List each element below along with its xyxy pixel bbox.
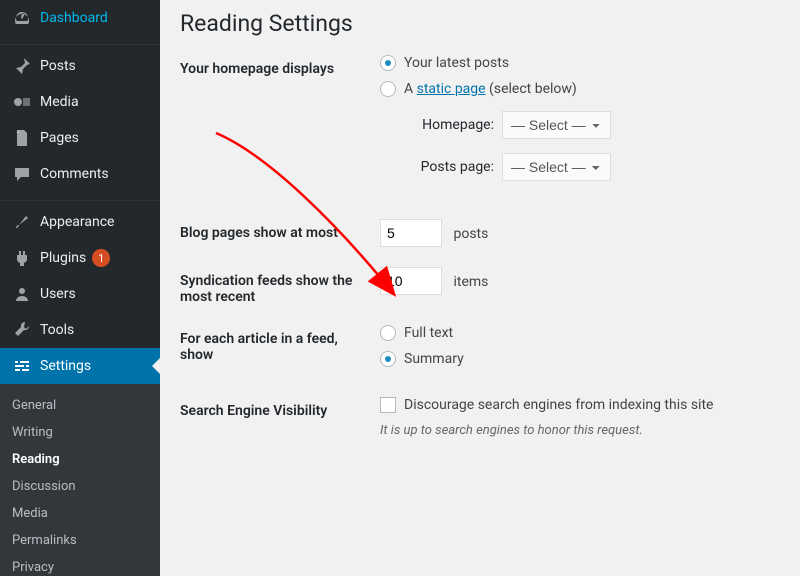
checkbox-icon xyxy=(380,397,396,413)
sidebar-label: Dashboard xyxy=(40,10,108,26)
content-area: Reading Settings Your homepage displays … xyxy=(160,0,800,576)
user-icon xyxy=(12,284,32,304)
unit-label: posts xyxy=(453,226,488,242)
sev-checkbox-row[interactable]: Discourage search engines from indexing … xyxy=(380,397,780,413)
radio-static-page[interactable]: A static page (select below) xyxy=(380,81,780,97)
wrench-icon xyxy=(12,320,32,340)
homepage-select[interactable]: — Select — xyxy=(502,111,611,139)
row-article-feed: For each article in a feed, show Full te… xyxy=(180,325,780,377)
sidebar-label: Media xyxy=(40,94,79,110)
field-label: For each article in a feed, show xyxy=(180,325,380,363)
radio-summary[interactable]: Summary xyxy=(380,351,780,367)
posts-page-select-row: Posts page: — Select — xyxy=(408,153,780,181)
sidebar-label: Settings xyxy=(40,358,91,374)
row-blog-pages: Blog pages show at most posts xyxy=(180,219,780,247)
separator xyxy=(0,196,160,201)
radio-label: A static page (select below) xyxy=(404,81,577,97)
radio-latest-posts[interactable]: Your latest posts xyxy=(380,55,780,71)
row-homepage-displays: Your homepage displays Your latest posts… xyxy=(180,55,780,181)
update-badge: 1 xyxy=(92,249,110,267)
submenu-reading[interactable]: Reading xyxy=(0,446,160,473)
page-title: Reading Settings xyxy=(180,10,780,37)
radio-icon xyxy=(380,351,396,367)
field-label: Blog pages show at most xyxy=(180,219,380,241)
radio-label: Summary xyxy=(404,351,464,367)
row-search-engine-visibility: Search Engine Visibility Discourage sear… xyxy=(180,397,780,438)
media-icon xyxy=(12,92,32,112)
radio-label: Full text xyxy=(404,325,453,341)
admin-sidebar: Dashboard Posts Media Pages Comments App… xyxy=(0,0,160,576)
sidebar-item-dashboard[interactable]: Dashboard xyxy=(0,0,160,36)
submenu-privacy[interactable]: Privacy xyxy=(0,554,160,576)
description-text: It is up to search engines to honor this… xyxy=(380,423,780,438)
submenu-writing[interactable]: Writing xyxy=(0,419,160,446)
sliders-icon xyxy=(12,356,32,376)
select-label: Homepage: xyxy=(408,117,494,133)
submenu-media[interactable]: Media xyxy=(0,500,160,527)
row-syndication: Syndication feeds show the most recent i… xyxy=(180,267,780,305)
sidebar-label: Comments xyxy=(40,166,109,182)
checkbox-label: Discourage search engines from indexing … xyxy=(404,397,713,413)
sidebar-label: Tools xyxy=(40,322,74,338)
static-page-link[interactable]: static page xyxy=(417,81,486,97)
blog-pages-input[interactable] xyxy=(380,219,442,247)
sidebar-item-plugins[interactable]: Plugins 1 xyxy=(0,240,160,276)
field-label: Your homepage displays xyxy=(180,55,380,77)
brush-icon xyxy=(12,212,32,232)
sidebar-item-tools[interactable]: Tools xyxy=(0,312,160,348)
settings-submenu: General Writing Reading Discussion Media… xyxy=(0,384,160,576)
radio-icon xyxy=(380,81,396,97)
sidebar-item-users[interactable]: Users xyxy=(0,276,160,312)
sidebar-label: Appearance xyxy=(40,214,114,230)
submenu-discussion[interactable]: Discussion xyxy=(0,473,160,500)
submenu-permalinks[interactable]: Permalinks xyxy=(0,527,160,554)
sidebar-item-media[interactable]: Media xyxy=(0,84,160,120)
homepage-select-row: Homepage: — Select — xyxy=(408,111,780,139)
dashboard-icon xyxy=(12,8,32,28)
sidebar-item-comments[interactable]: Comments xyxy=(0,156,160,192)
field-label: Syndication feeds show the most recent xyxy=(180,267,380,305)
sidebar-label: Plugins xyxy=(40,250,86,266)
radio-icon xyxy=(380,55,396,71)
pages-icon xyxy=(12,128,32,148)
radio-full-text[interactable]: Full text xyxy=(380,325,780,341)
select-label: Posts page: xyxy=(408,159,494,175)
pin-icon xyxy=(12,56,32,76)
radio-icon xyxy=(380,325,396,341)
submenu-general[interactable]: General xyxy=(0,392,160,419)
sidebar-item-posts[interactable]: Posts xyxy=(0,48,160,84)
sidebar-item-settings[interactable]: Settings xyxy=(0,348,160,384)
sidebar-label: Posts xyxy=(40,58,76,74)
sidebar-label: Users xyxy=(40,286,76,302)
syndication-input[interactable] xyxy=(380,267,442,295)
unit-label: items xyxy=(453,274,488,290)
sidebar-label: Pages xyxy=(40,130,79,146)
comments-icon xyxy=(12,164,32,184)
separator xyxy=(0,40,160,45)
field-label: Search Engine Visibility xyxy=(180,397,380,419)
sidebar-item-pages[interactable]: Pages xyxy=(0,120,160,156)
radio-label: Your latest posts xyxy=(404,55,509,71)
sidebar-item-appearance[interactable]: Appearance xyxy=(0,204,160,240)
plug-icon xyxy=(12,248,32,268)
posts-page-select[interactable]: — Select — xyxy=(502,153,611,181)
